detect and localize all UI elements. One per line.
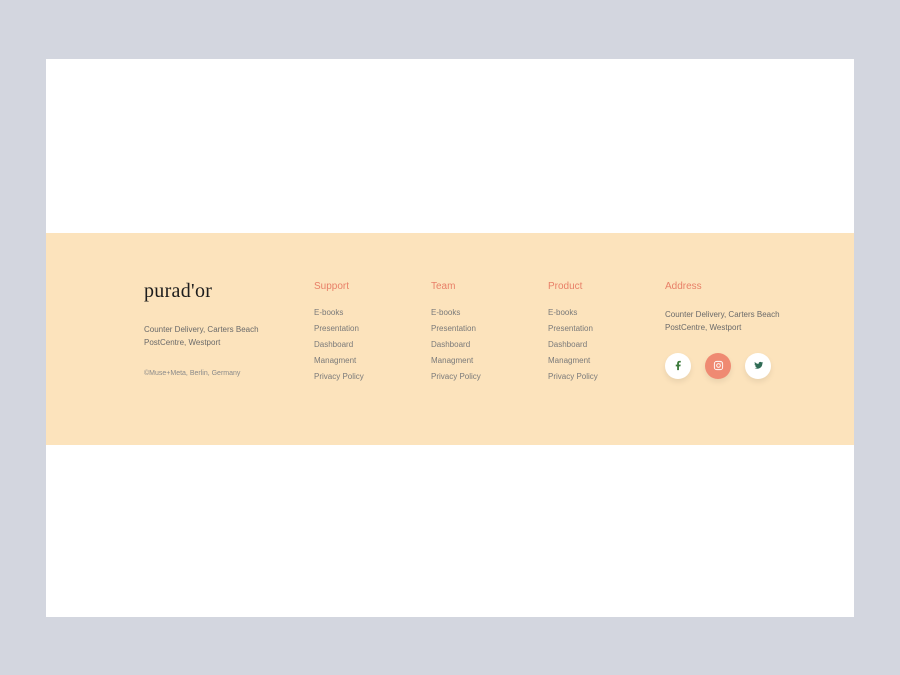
brand-address-line2: PostCentre, Westport [144, 336, 314, 350]
support-link-presentation[interactable]: Presentation [314, 324, 431, 333]
brand-address: Counter Delivery, Carters Beach PostCent… [144, 323, 314, 350]
address-heading: Address [665, 281, 810, 292]
team-link-presentation[interactable]: Presentation [431, 324, 548, 333]
brand-logo-part-a: pura [144, 280, 181, 302]
brand-column: purad'or Counter Delivery, Carters Beach… [144, 281, 314, 445]
support-link-managment[interactable]: Managment [314, 356, 431, 365]
footer: purad'or Counter Delivery, Carters Beach… [46, 233, 854, 445]
brand-logo-part-b: d'or [181, 280, 212, 302]
page-card: purad'or Counter Delivery, Carters Beach… [46, 59, 854, 617]
team-column: Team E-books Presentation Dashboard Mana… [431, 281, 548, 445]
support-link-ebooks[interactable]: E-books [314, 308, 431, 317]
brand-address-line1: Counter Delivery, Carters Beach [144, 323, 314, 337]
brand-logo: purad'or [144, 281, 314, 301]
social-twitter[interactable] [745, 353, 771, 379]
team-heading: Team [431, 281, 548, 292]
social-instagram[interactable] [705, 353, 731, 379]
instagram-icon [713, 360, 724, 371]
product-column: Product E-books Presentation Dashboard M… [548, 281, 665, 445]
address-column: Address Counter Delivery, Carters Beach … [665, 281, 810, 445]
team-link-dashboard[interactable]: Dashboard [431, 340, 548, 349]
support-heading: Support [314, 281, 431, 292]
facebook-icon [673, 360, 684, 371]
social-facebook[interactable] [665, 353, 691, 379]
product-link-ebooks[interactable]: E-books [548, 308, 665, 317]
brand-maker: ©Muse+Meta, Berlin, Germany [144, 370, 314, 377]
social-links [665, 353, 810, 379]
address-line1: Counter Delivery, Carters Beach [665, 308, 810, 322]
product-link-managment[interactable]: Managment [548, 356, 665, 365]
address-line2: PostCentre, Westport [665, 321, 810, 335]
team-link-ebooks[interactable]: E-books [431, 308, 548, 317]
twitter-icon [753, 360, 764, 371]
address-text: Counter Delivery, Carters Beach PostCent… [665, 308, 810, 335]
support-column: Support E-books Presentation Dashboard M… [314, 281, 431, 445]
support-link-dashboard[interactable]: Dashboard [314, 340, 431, 349]
product-link-privacy[interactable]: Privacy Policy [548, 372, 665, 381]
product-heading: Product [548, 281, 665, 292]
product-link-dashboard[interactable]: Dashboard [548, 340, 665, 349]
team-link-privacy[interactable]: Privacy Policy [431, 372, 548, 381]
product-link-presentation[interactable]: Presentation [548, 324, 665, 333]
team-link-managment[interactable]: Managment [431, 356, 548, 365]
support-link-privacy[interactable]: Privacy Policy [314, 372, 431, 381]
